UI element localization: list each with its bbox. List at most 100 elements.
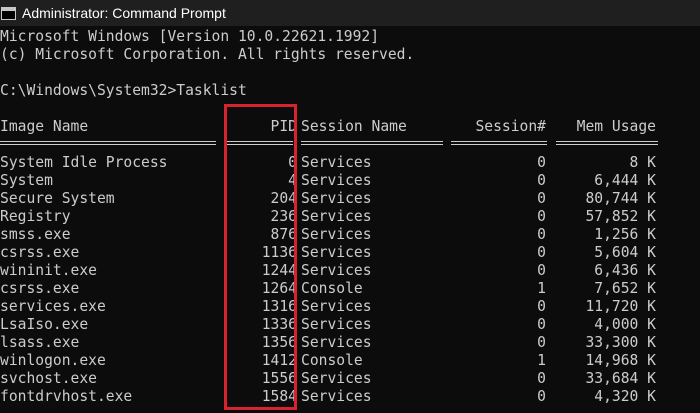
process-image-name: services.exe — [0, 298, 106, 315]
process-mem-usage: 4,000 K — [594, 316, 656, 333]
process-pid: 876 — [270, 226, 297, 243]
process-image-name: LsaIso.exe — [0, 316, 89, 333]
separator-session-number — [451, 141, 547, 145]
process-session-number: 1 — [537, 352, 546, 369]
table-row: System Idle Process 0 Services 0 8 K — [0, 154, 658, 172]
table-row: csrss.exe 1264 Console 1 7,652 K — [0, 280, 658, 298]
process-session-name: Console — [301, 352, 363, 369]
process-mem-usage: 6,444 K — [594, 172, 656, 189]
process-image-name: wininit.exe — [0, 262, 97, 279]
process-session-number: 0 — [537, 370, 546, 387]
separator-image-name — [0, 141, 216, 145]
prompt-line: C:\Windows\System32>Tasklist — [0, 82, 247, 99]
process-image-name: csrss.exe — [0, 244, 80, 261]
process-session-name: Services — [301, 316, 372, 333]
process-session-number: 1 — [537, 280, 546, 297]
separator-pid — [225, 141, 293, 145]
version-line: Microsoft Windows [Version 10.0.22621.19… — [0, 28, 380, 45]
process-session-number: 0 — [537, 244, 546, 261]
process-session-name: Services — [301, 370, 372, 387]
process-image-name: System Idle Process — [0, 154, 168, 171]
table-header: Image Name PID Session Name Session# Mem… — [0, 118, 658, 136]
process-image-name: csrss.exe — [0, 280, 80, 297]
process-session-number: 0 — [537, 298, 546, 315]
table-row: LsaIso.exe 1336 Services 0 4,000 K — [0, 316, 658, 334]
table-row: winlogon.exe 1412 Console 1 14,968 K — [0, 352, 658, 370]
process-session-number: 0 — [537, 154, 546, 171]
process-image-name: smss.exe — [0, 226, 71, 243]
process-session-number: 0 — [537, 262, 546, 279]
process-image-name: Secure System — [0, 190, 115, 207]
process-session-number: 0 — [537, 316, 546, 333]
process-pid: 1356 — [261, 334, 297, 351]
header-mem-usage: Mem Usage — [576, 118, 656, 135]
process-pid: 1316 — [261, 298, 297, 315]
process-pid: 0 — [288, 154, 297, 171]
copyright-line: (c) Microsoft Corporation. All rights re… — [0, 46, 415, 63]
table-row: wininit.exe 1244 Services 0 6,436 K — [0, 262, 658, 280]
process-session-number: 0 — [537, 334, 546, 351]
title-bar[interactable]: Administrator: Command Prompt — [0, 0, 700, 26]
process-mem-usage: 33,300 K — [585, 334, 656, 351]
process-pid: 1412 — [261, 352, 297, 369]
process-image-name: fontdrvhost.exe — [0, 388, 133, 405]
table-row: fontdrvhost.exe 1584 Services 0 4,320 K — [0, 388, 658, 406]
header-pid: PID — [270, 118, 297, 135]
process-session-number: 0 — [537, 226, 546, 243]
table-row: Secure System 204 Services 0 80,744 K — [0, 190, 658, 208]
table-row: svchost.exe 1556 Services 0 33,684 K — [0, 370, 658, 388]
header-session-number: Session# — [475, 118, 546, 135]
window-title: Administrator: Command Prompt — [22, 5, 226, 21]
process-pid: 1136 — [261, 244, 297, 261]
process-image-name: lsass.exe — [0, 334, 80, 351]
process-mem-usage: 57,852 K — [585, 208, 656, 225]
process-mem-usage: 7,652 K — [594, 280, 656, 297]
table-row: lsass.exe 1356 Services 0 33,300 K — [0, 334, 658, 352]
process-session-name: Services — [301, 208, 372, 225]
process-session-name: Console — [301, 280, 363, 297]
process-image-name: Registry — [0, 208, 71, 225]
process-image-name: winlogon.exe — [0, 352, 106, 369]
table-row: System 4 Services 0 6,444 K — [0, 172, 658, 190]
process-mem-usage: 5,604 K — [594, 244, 656, 261]
cmd-icon — [1, 6, 16, 20]
process-session-number: 0 — [537, 190, 546, 207]
process-pid: 1336 — [261, 316, 297, 333]
process-list: System Idle Process 0 Services 0 8 K System 4 S… — [0, 154, 658, 406]
process-mem-usage: 14,968 K — [585, 352, 656, 369]
process-pid: 204 — [270, 190, 297, 207]
table-separator — [0, 136, 658, 154]
console-output[interactable]: Microsoft Windows [Version 10.0.22621.19… — [0, 28, 658, 406]
process-pid: 1556 — [261, 370, 297, 387]
process-session-name: Services — [301, 244, 372, 261]
command-prompt-window: Administrator: Command Prompt Microsoft … — [0, 0, 700, 413]
process-image-name: System — [0, 172, 53, 189]
process-session-name: Services — [301, 190, 372, 207]
process-session-name: Services — [301, 172, 372, 189]
process-mem-usage: 80,744 K — [585, 190, 656, 207]
process-mem-usage: 11,720 K — [585, 298, 656, 315]
process-session-name: Services — [301, 298, 372, 315]
table-row: csrss.exe 1136 Services 0 5,604 K — [0, 244, 658, 262]
process-pid: 1244 — [261, 262, 297, 279]
process-mem-usage: 33,684 K — [585, 370, 656, 387]
process-mem-usage: 8 K — [629, 154, 656, 171]
header-image-name: Image Name — [0, 118, 89, 135]
header-session-name: Session Name — [301, 118, 407, 135]
process-session-name: Services — [301, 334, 372, 351]
process-session-name: Services — [301, 262, 372, 279]
process-session-number: 0 — [537, 208, 546, 225]
process-pid: 236 — [270, 208, 297, 225]
process-mem-usage: 4,320 K — [594, 388, 656, 405]
process-pid: 1584 — [261, 388, 297, 405]
table-row: Registry 236 Services 0 57,852 K — [0, 208, 658, 226]
table-row: services.exe 1316 Services 0 11,720 K — [0, 298, 658, 316]
process-mem-usage: 6,436 K — [594, 262, 656, 279]
separator-mem-usage — [556, 141, 658, 145]
process-session-number: 0 — [537, 388, 546, 405]
process-session-number: 0 — [537, 172, 546, 189]
process-session-name: Services — [301, 388, 372, 405]
separator-session-name — [301, 141, 443, 145]
